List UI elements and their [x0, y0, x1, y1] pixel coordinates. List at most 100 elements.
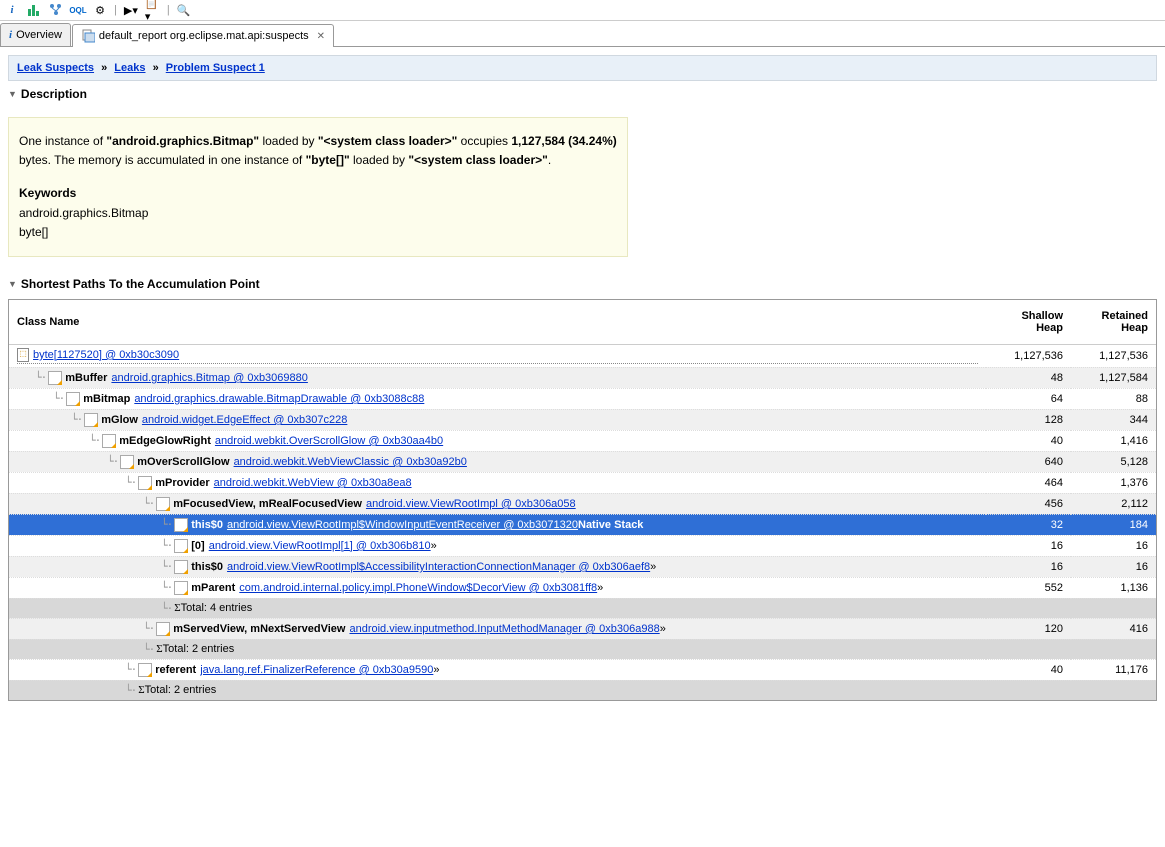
tree-branch-icon: └· [161, 581, 172, 594]
table-row[interactable]: ⬚byte[1127520] @ 0xb30c30901,127,5361,12… [9, 344, 1156, 367]
shallow-heap: 64 [986, 388, 1071, 409]
shallow-heap: 1,127,536 [986, 344, 1071, 367]
shallow-heap: 48 [986, 367, 1071, 388]
object-link[interactable]: android.webkit.WebViewClassic @ 0xb30a92… [234, 456, 467, 468]
object-link[interactable]: java.lang.ref.FinalizerReference @ 0xb30… [200, 664, 433, 676]
tail-text: » [660, 623, 666, 635]
tree-table: Class Name Shallow Heap Retained Heap ⬚b… [8, 299, 1157, 701]
field-name: this$0 [191, 519, 223, 531]
col-shallow[interactable]: Shallow Heap [986, 300, 1071, 345]
table-row[interactable]: └·mBitmapandroid.graphics.drawable.Bitma… [9, 388, 1156, 409]
close-icon[interactable]: ✕ [317, 31, 325, 42]
table-row[interactable]: └·mParentcom.android.internal.policy.imp… [9, 577, 1156, 598]
toolbar: i OQL ⚙ | ▶▾ 📋▾ | 🔍 [0, 0, 1165, 21]
tree-branch-icon: └· [143, 643, 154, 656]
tail-text: » [433, 664, 439, 676]
tail-text: » [650, 561, 656, 573]
table-row[interactable]: └·mGlowandroid.widget.EdgeEffect @ 0xb30… [9, 409, 1156, 430]
object-icon [174, 518, 188, 532]
object-link[interactable]: android.graphics.drawable.BitmapDrawable… [134, 393, 424, 405]
tree-branch-icon: └· [161, 602, 172, 615]
object-icon [120, 455, 134, 469]
section-description-header[interactable]: ▼ Description [8, 87, 1157, 101]
tree-icon[interactable] [48, 2, 64, 18]
section-paths-header[interactable]: ▼ Shortest Paths To the Accumulation Poi… [8, 277, 1157, 291]
table-row[interactable]: └·this$0android.view.ViewRootImpl$Window… [9, 514, 1156, 535]
object-link[interactable]: android.webkit.OverScrollGlow @ 0xb30aa4… [215, 435, 443, 447]
breadcrumb: Leak Suspects » Leaks » Problem Suspect … [8, 55, 1157, 81]
report-menu-icon[interactable]: 📋▾ [145, 2, 161, 18]
table-row[interactable]: └·Σ Total: 2 entries [9, 639, 1156, 659]
breadcrumb-problem-suspect[interactable]: Problem Suspect 1 [166, 62, 265, 74]
info-icon[interactable]: i [4, 2, 20, 18]
breadcrumb-leak-suspects[interactable]: Leak Suspects [17, 62, 94, 74]
shallow-heap: 32 [986, 514, 1071, 535]
table-row[interactable]: └·Σ Total: 4 entries [9, 598, 1156, 618]
total-text: Total: 4 entries [181, 602, 253, 614]
object-link[interactable]: android.view.ViewRootImpl @ 0xb306a058 [366, 498, 576, 510]
shallow-heap [986, 639, 1071, 659]
run-icon[interactable]: ▶▾ [123, 2, 139, 18]
tab-overview[interactable]: i Overview [0, 23, 71, 46]
shallow-heap: 552 [986, 577, 1071, 598]
shallow-heap [986, 598, 1071, 618]
total-text: Total: 2 entries [163, 643, 235, 655]
retained-heap: 1,136 [1071, 577, 1156, 598]
object-link[interactable]: com.android.internal.policy.impl.PhoneWi… [239, 582, 597, 594]
tree-branch-icon: └· [125, 476, 136, 489]
table-row[interactable]: └·mEdgeGlowRightandroid.webkit.OverScrol… [9, 430, 1156, 451]
table-row[interactable]: └·Σ Total: 2 entries [9, 680, 1156, 700]
retained-heap: 184 [1071, 514, 1156, 535]
tab-label: default_report org.eclipse.mat.api:suspe… [99, 30, 309, 42]
table-row[interactable]: └·mOverScrollGlowandroid.webkit.WebViewC… [9, 451, 1156, 472]
field-name: [0] [191, 540, 204, 552]
field-name: mBuffer [65, 372, 107, 384]
retained-heap: 344 [1071, 409, 1156, 430]
shallow-heap: 456 [986, 493, 1071, 514]
tree-branch-icon: └· [89, 434, 100, 447]
object-link[interactable]: android.view.ViewRootImpl$AccessibilityI… [227, 561, 650, 573]
tab-report[interactable]: default_report org.eclipse.mat.api:suspe… [72, 24, 334, 47]
object-icon [102, 434, 116, 448]
object-icon [138, 663, 152, 677]
retained-heap [1071, 639, 1156, 659]
description-box: One instance of "android.graphics.Bitmap… [8, 117, 628, 257]
object-icon [84, 413, 98, 427]
table-row[interactable]: └· mServedView, mNextServedView android.vi… [9, 618, 1156, 639]
retained-heap: 1,376 [1071, 472, 1156, 493]
tree-branch-icon: └· [143, 622, 154, 635]
object-link[interactable]: android.view.inputmethod.InputMethodMana… [349, 623, 659, 635]
tree-branch-icon: └· [161, 539, 172, 552]
field-name: this$0 [191, 561, 223, 573]
object-link[interactable]: android.webkit.WebView @ 0xb30a8ea8 [214, 477, 412, 489]
field-name: mServedView, mNextServedView [173, 623, 345, 635]
object-icon [138, 476, 152, 490]
oql-icon[interactable]: OQL [70, 2, 86, 18]
field-name: mOverScrollGlow [137, 456, 229, 468]
object-icon [66, 392, 80, 406]
object-link[interactable]: android.view.ViewRootImpl$WindowInputEve… [227, 519, 578, 531]
table-row[interactable]: └·referentjava.lang.ref.FinalizerReferen… [9, 659, 1156, 680]
table-row[interactable]: └·mBufferandroid.graphics.Bitmap @ 0xb30… [9, 367, 1156, 388]
histogram-icon[interactable] [26, 2, 42, 18]
col-retained[interactable]: Retained Heap [1071, 300, 1156, 345]
gear-icon[interactable]: ⚙ [92, 2, 108, 18]
table-row[interactable]: └·this$0android.view.ViewRootImpl$Access… [9, 556, 1156, 577]
table-row[interactable]: └·mProviderandroid.webkit.WebView @ 0xb3… [9, 472, 1156, 493]
table-row[interactable]: └·mFocusedView, mRealFocusedViewandroid.… [9, 493, 1156, 514]
object-link[interactable]: byte[1127520] @ 0xb30c3090 [33, 349, 179, 361]
shallow-heap: 40 [986, 430, 1071, 451]
table-row[interactable]: └· [0] android.view.ViewRootImpl[1] @ 0xb3… [9, 535, 1156, 556]
twisty-icon: ▼ [8, 279, 17, 289]
object-link[interactable]: android.view.ViewRootImpl[1] @ 0xb306b81… [209, 540, 431, 552]
breadcrumb-leaks[interactable]: Leaks [114, 62, 145, 74]
tree-branch-icon: └· [71, 413, 82, 426]
search-icon[interactable]: 🔍 [176, 2, 192, 18]
total-text: Total: 2 entries [145, 684, 217, 696]
object-link[interactable]: android.graphics.Bitmap @ 0xb3069880 [111, 372, 307, 384]
col-classname[interactable]: Class Name [9, 300, 986, 345]
object-link[interactable]: android.widget.EdgeEffect @ 0xb307c228 [142, 414, 347, 426]
field-name: referent [155, 664, 196, 676]
tree-branch-icon: └· [53, 392, 64, 405]
tree-branch-icon: └· [143, 497, 154, 510]
